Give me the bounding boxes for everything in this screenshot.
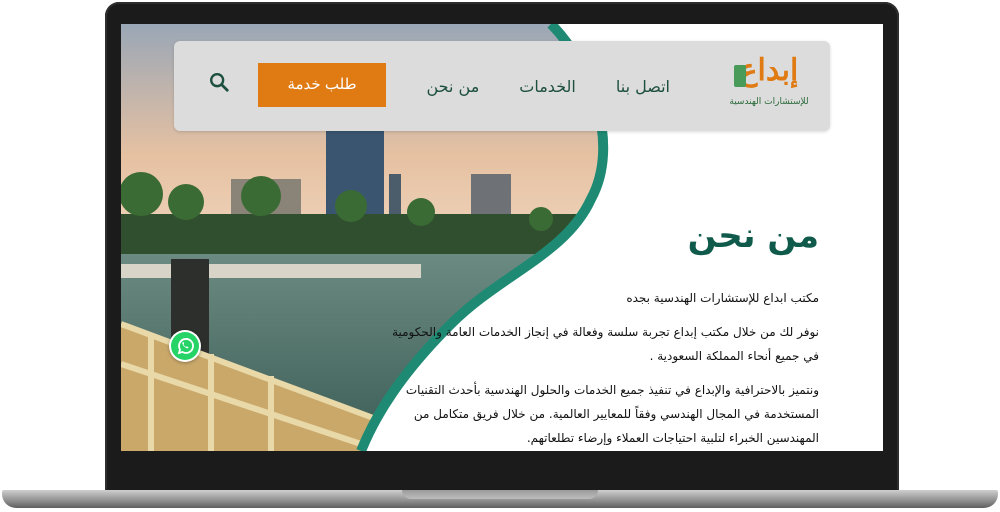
about-title: من نحن — [687, 216, 819, 256]
website-screen: إبداع للإستشارات الهندسية من نحن الخدمات… — [121, 24, 883, 451]
about-paragraph: مكتب ابداع للإستشارات الهندسية بجده — [626, 291, 819, 305]
about-paragraph: نوفر لك من خلال مكتب إبداع تجربة سلسة وف… — [392, 325, 819, 363]
request-service-button[interactable]: طلب خدمة — [258, 63, 386, 107]
search-icon[interactable] — [208, 71, 230, 93]
nav-item-about[interactable]: من نحن — [427, 74, 480, 100]
laptop-notch — [402, 490, 598, 499]
main-nav: من نحن الخدمات اتصل بنا — [427, 74, 671, 100]
about-text: مكتب ابداع للإستشارات الهندسية بجده نوفر… — [383, 286, 819, 451]
site-logo[interactable]: إبداع للإستشارات الهندسية — [726, 51, 812, 123]
logo-building-icon — [734, 65, 746, 87]
about-paragraph: ونتميز بالاحترافية والإبداع في تنفيذ جمي… — [405, 383, 819, 445]
logo-subtitle: للإستشارات الهندسية — [729, 97, 809, 107]
nav-item-contact[interactable]: اتصل بنا — [616, 74, 670, 100]
whatsapp-icon[interactable] — [169, 330, 201, 362]
nav-item-services[interactable]: الخدمات — [519, 74, 576, 100]
site-header: إبداع للإستشارات الهندسية من نحن الخدمات… — [174, 41, 830, 131]
